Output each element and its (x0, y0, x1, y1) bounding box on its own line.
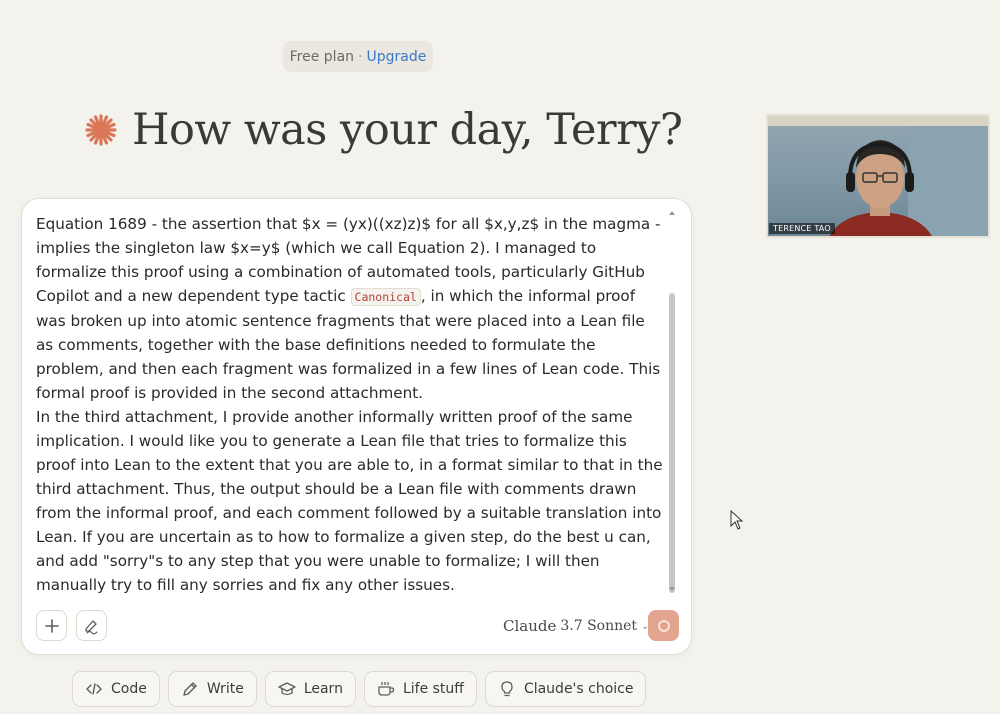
inline-code: Canonical (350, 288, 421, 306)
model-version: 3.7 Sonnet (560, 618, 638, 634)
prompt-input[interactable]: Equation 1689 - the assertion that $x = … (36, 212, 666, 600)
chip-code[interactable]: Code (72, 671, 160, 707)
scroll-down-arrow-icon[interactable] (669, 587, 675, 591)
coffee-cup-icon (378, 682, 395, 696)
chip-label: Life stuff (402, 681, 464, 697)
code-icon (86, 683, 102, 695)
add-attachment-button[interactable] (36, 610, 67, 641)
scroll-up-arrow-icon[interactable] (669, 211, 675, 215)
model-name: Claude (503, 617, 557, 635)
plan-separator: · (358, 48, 363, 65)
participant-name-tag: TERENCE TAO (769, 223, 835, 234)
prompt-paragraph-2: In the third attachment, I provide anoth… (36, 408, 663, 594)
quick-action-chips: Code Write Learn Life stuff Claude's cho… (72, 671, 647, 709)
message-composer[interactable]: Equation 1689 - the assertion that $x = … (21, 198, 692, 655)
webcam-person-image (768, 116, 988, 236)
greeting-title: How was your day, Terry? (132, 105, 683, 155)
chip-write[interactable]: Write (167, 671, 257, 707)
plus-icon (44, 618, 59, 633)
plan-pill: Free plan · Upgrade (283, 41, 433, 72)
claude-spark-icon (85, 114, 117, 146)
chip-label: Learn (303, 681, 343, 697)
chip-label: Code (111, 681, 147, 697)
model-selector[interactable]: Claude 3.7 Sonnet ⌄ (503, 614, 649, 638)
upgrade-link[interactable]: Upgrade (366, 49, 426, 65)
graduation-cap-icon (278, 682, 296, 696)
prompt-paragraph-1: Equation 1689 - the assertion that $x = … (36, 215, 661, 402)
pen-scribble-icon (84, 619, 98, 634)
pencil-icon (183, 682, 197, 696)
plan-label: Free plan (289, 48, 355, 65)
lightbulb-icon (501, 681, 513, 697)
mouse-cursor-icon (730, 510, 744, 530)
greeting-row: How was your day, Terry? (84, 100, 683, 160)
style-button[interactable] (76, 610, 107, 641)
send-loading-icon (657, 619, 670, 632)
prompt-scrollbar[interactable] (669, 211, 677, 593)
chip-label: Claude's choice (523, 681, 634, 697)
send-button[interactable] (648, 610, 679, 641)
scroll-thumb[interactable] (669, 293, 675, 593)
chip-label: Write (206, 681, 244, 697)
video-feed: TERENCE TAO (766, 114, 990, 238)
chip-learn[interactable]: Learn (264, 671, 356, 707)
chip-claudes-choice[interactable]: Claude's choice (484, 671, 647, 707)
chip-life-stuff[interactable]: Life stuff (363, 671, 477, 707)
